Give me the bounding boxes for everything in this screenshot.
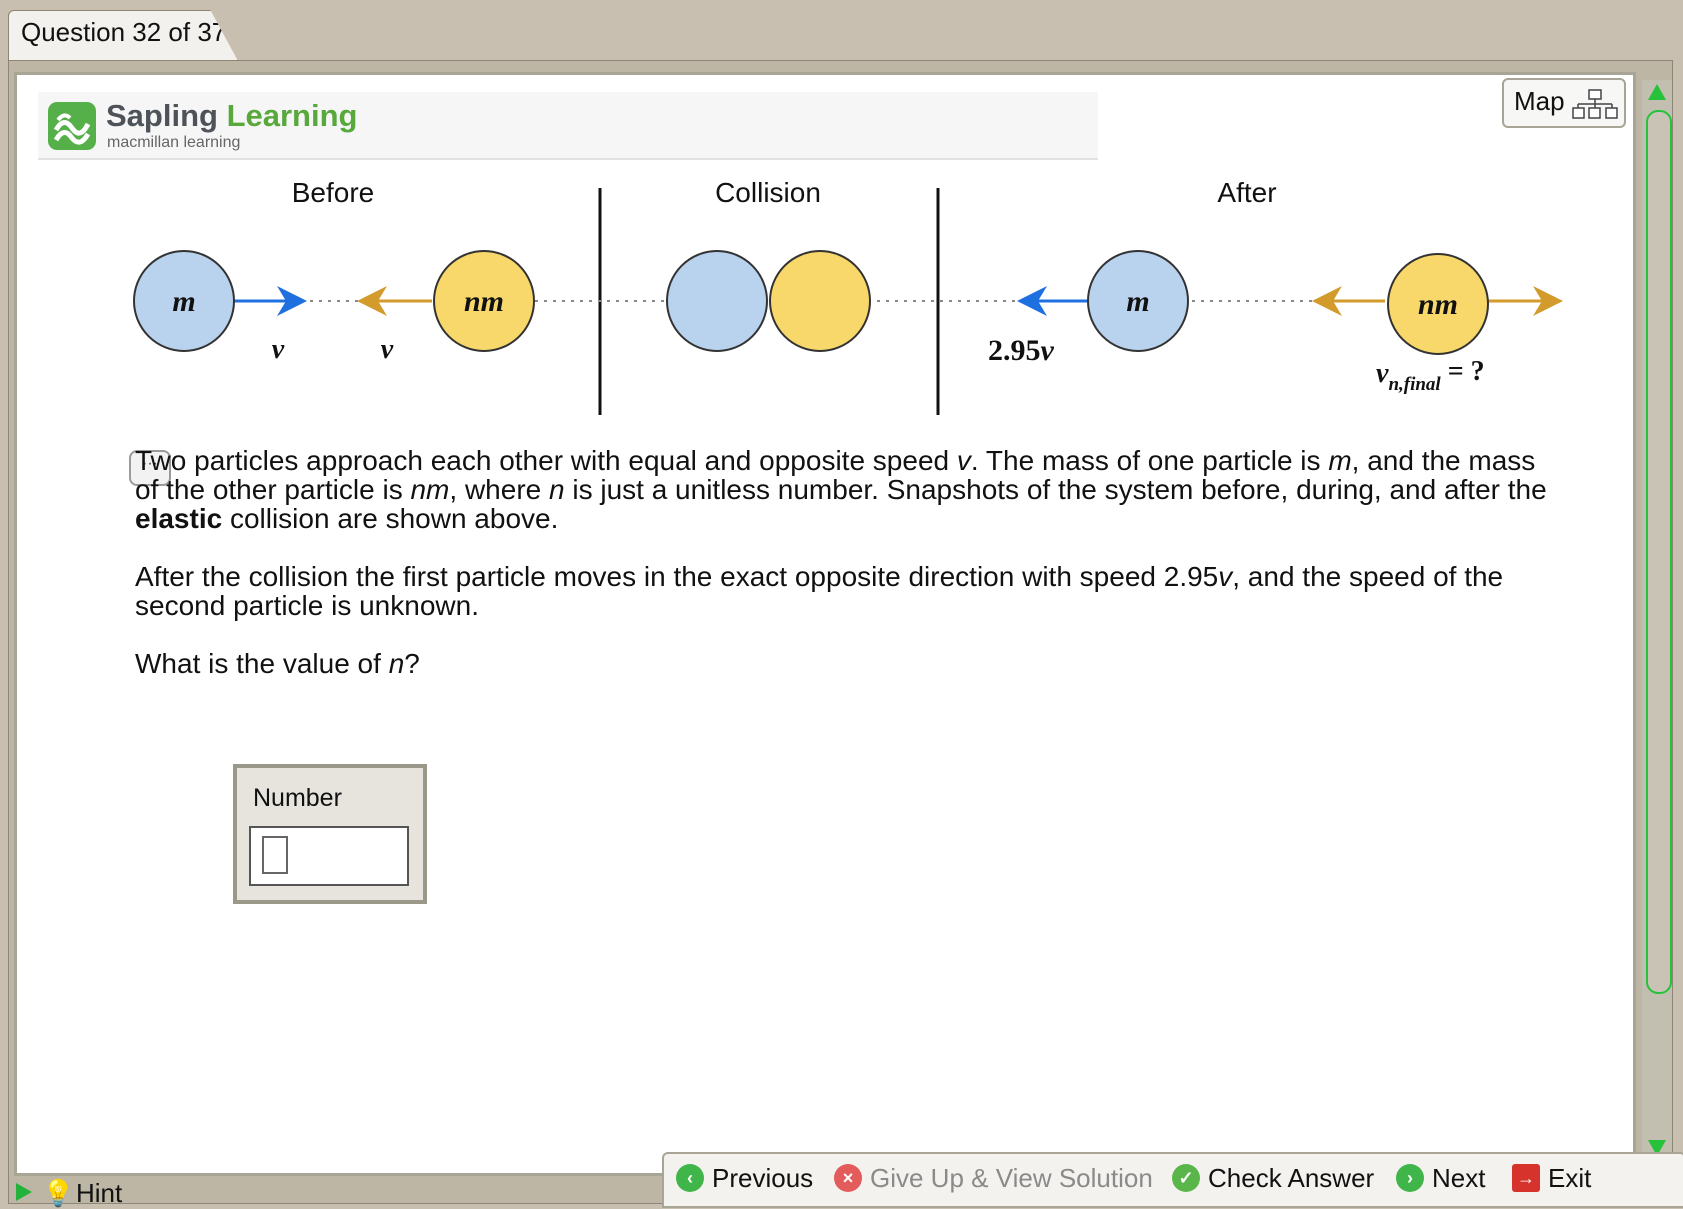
question-text: Two particles approach each other with e… xyxy=(135,446,1555,707)
sapling-logo-icon xyxy=(48,102,96,150)
text-cursor xyxy=(262,836,288,874)
v-final-equals: = ? xyxy=(1441,356,1485,387)
map-hierarchy-icon xyxy=(1572,89,1618,119)
play-triangle-icon xyxy=(16,1183,32,1201)
label-collision: Collision xyxy=(715,177,821,208)
previous-button[interactable]: ‹ Previous xyxy=(676,1163,813,1197)
logo-title-part-a: Sapling xyxy=(106,98,227,133)
scrollbar-thumb[interactable] xyxy=(1646,110,1672,994)
question-prompt: What is the value of n? xyxy=(135,648,420,679)
question-paragraph-1: Two particles approach each other with e… xyxy=(135,445,1547,534)
next-button[interactable]: › Next xyxy=(1396,1163,1485,1197)
question-tab[interactable]: Question 32 of 37 xyxy=(8,10,238,61)
speed-after-unit: v xyxy=(1041,334,1055,367)
ball-m-collision xyxy=(666,250,768,352)
hint-label: Hint xyxy=(76,1178,123,1208)
collision-diagram: Before Collision After m nm v v m nm 2.9… xyxy=(133,177,1563,415)
scroll-up-arrow-icon[interactable] xyxy=(1648,84,1666,100)
mass-nm-before: nm xyxy=(464,285,504,318)
answer-label: Number xyxy=(253,784,342,812)
previous-label: Previous xyxy=(712,1163,814,1193)
next-label: Next xyxy=(1432,1163,1486,1193)
exit-door-icon: → xyxy=(1512,1164,1540,1193)
give-up-button[interactable]: × Give Up & View Solution xyxy=(834,1163,1153,1197)
map-button[interactable]: Map xyxy=(1502,78,1626,128)
mass-m-after: m xyxy=(1126,285,1149,318)
exit-label: Exit xyxy=(1548,1163,1592,1193)
arrow-left-icon: ‹ xyxy=(676,1164,704,1193)
ball-nm-collision xyxy=(769,250,871,352)
logo-title: Sapling Learning xyxy=(106,98,357,134)
v-final-subscript: n,final xyxy=(1388,374,1441,395)
check-answer-label: Check Answer xyxy=(1208,1163,1375,1193)
check-circle-icon: ✓ xyxy=(1172,1164,1200,1193)
logo-subtitle: macmillan learning xyxy=(107,134,241,151)
question-paragraph-2: After the collision the first particle m… xyxy=(135,561,1504,621)
arrow-right-icon: › xyxy=(1396,1164,1424,1193)
speed-before-left: v xyxy=(272,334,285,365)
label-after: After xyxy=(1217,177,1276,208)
v-final-symbol: v xyxy=(1376,358,1389,389)
cross-circle-icon: × xyxy=(834,1164,862,1193)
answer-box: Number xyxy=(233,764,427,904)
logo-title-part-b: Learning xyxy=(226,98,358,133)
mass-nm-after: nm xyxy=(1418,288,1458,321)
speed-after-small: 2.95v xyxy=(988,334,1055,367)
mass-m-before: m xyxy=(172,285,195,318)
lightbulb-icon: 💡 xyxy=(42,1178,75,1208)
speed-after-value: 2.95 xyxy=(988,334,1041,367)
check-answer-button[interactable]: ✓ Check Answer xyxy=(1172,1163,1374,1197)
hint-button[interactable]: 💡 Hint xyxy=(14,1172,184,1208)
speed-before-right: v xyxy=(381,334,394,365)
v-final-label: vn,final = ? xyxy=(1376,356,1485,395)
label-before: Before xyxy=(292,177,375,208)
give-up-label: Give Up & View Solution xyxy=(870,1163,1153,1193)
exit-button[interactable]: → Exit xyxy=(1512,1163,1591,1197)
question-tab-label: Question 32 of 37 xyxy=(21,17,227,47)
map-button-label: Map xyxy=(1514,86,1565,116)
